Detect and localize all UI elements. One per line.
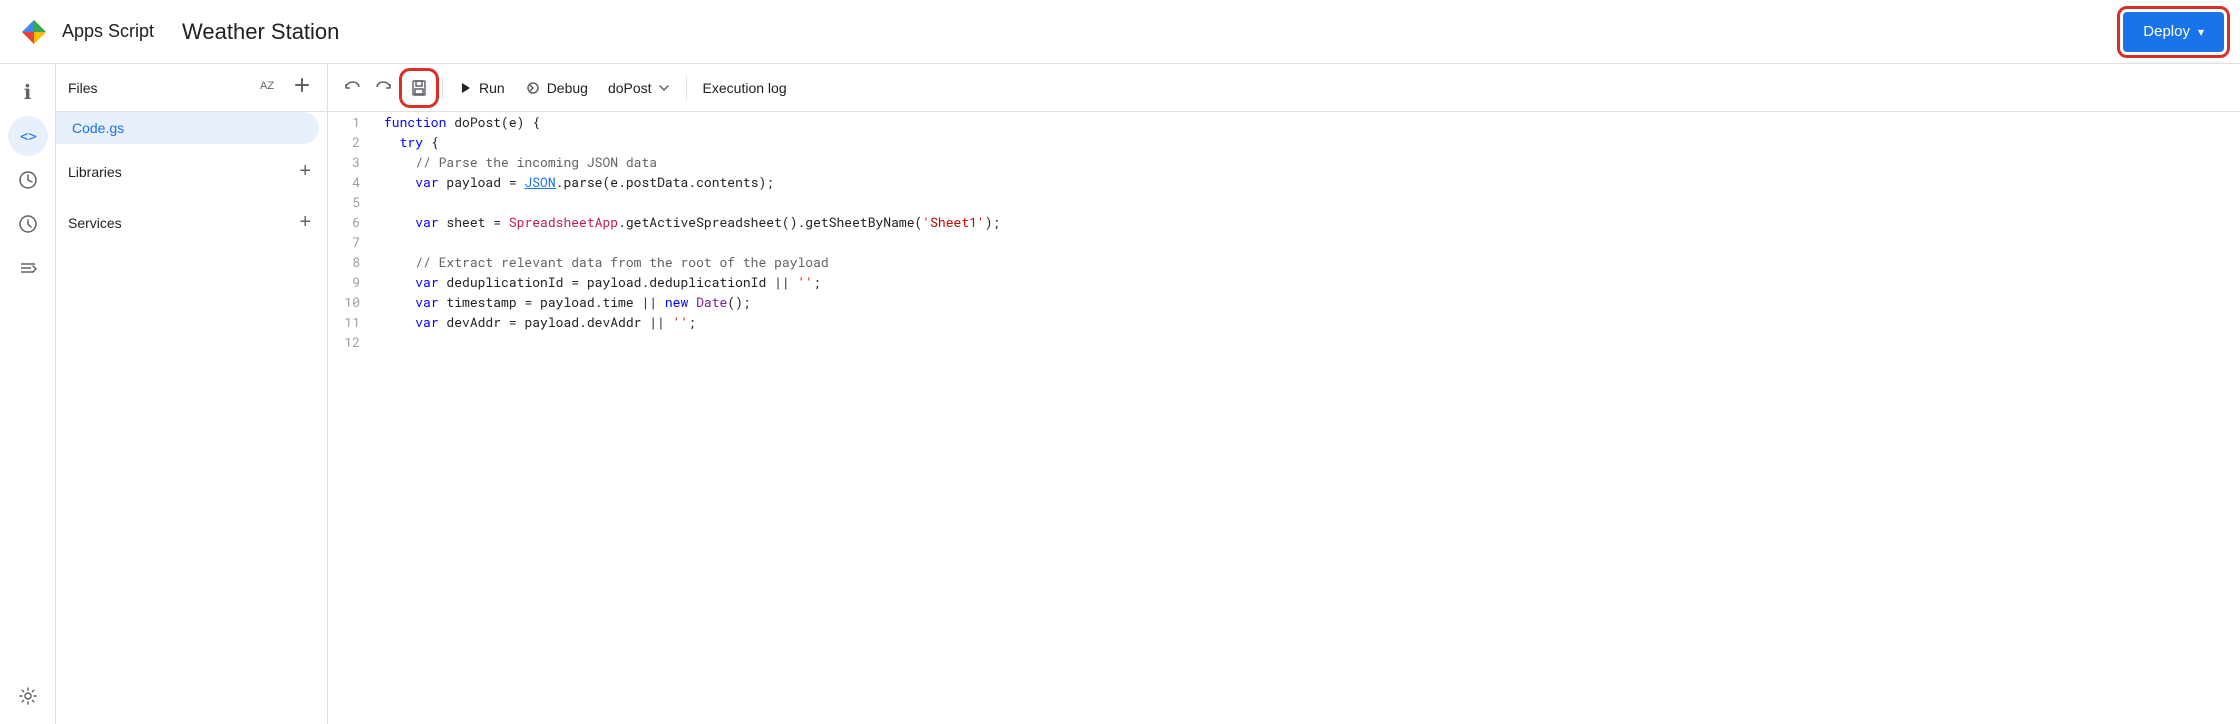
deploy-button[interactable]: Deploy ▾ xyxy=(2123,12,2224,52)
line-number: 2 xyxy=(328,132,376,152)
debug-label: Debug xyxy=(547,80,588,96)
table-row: 2 try { xyxy=(328,132,2240,152)
save-icon xyxy=(410,79,428,97)
table-row: 1 function doPost(e) { xyxy=(328,112,2240,132)
icon-sidebar: ℹ <> xyxy=(0,64,56,724)
line-number: 5 xyxy=(328,192,376,212)
table-row: 4 var payload = JSON.parse(e.postData.co… xyxy=(328,172,2240,192)
line-code: // Extract relevant data from the root o… xyxy=(376,252,2240,272)
line-code xyxy=(376,192,2240,212)
line-code: var timestamp = payload.time || new Date… xyxy=(376,292,2240,312)
debug-button[interactable]: Debug xyxy=(517,74,596,102)
sidebar-editor-button[interactable] xyxy=(8,248,48,288)
table-row: 6 var sheet = SpreadsheetApp.getActiveSp… xyxy=(328,212,2240,232)
sidebar-settings-button[interactable] xyxy=(8,676,48,716)
settings-icon xyxy=(18,686,38,706)
sort-icon: AZ xyxy=(259,76,277,94)
files-label: Files xyxy=(68,80,255,96)
sidebar-history-button[interactable] xyxy=(8,160,48,200)
tasks-icon xyxy=(18,258,38,278)
redo-button[interactable] xyxy=(370,73,400,103)
line-number: 12 xyxy=(328,332,376,352)
code-editor[interactable]: 1 function doPost(e) { 2 try { 3 // Pars… xyxy=(328,112,2240,724)
add-service-button[interactable]: + xyxy=(295,207,315,238)
main-area: ℹ <> xyxy=(0,64,2240,724)
line-code xyxy=(376,232,2240,252)
line-number: 7 xyxy=(328,232,376,252)
table-row: 8 // Extract relevant data from the root… xyxy=(328,252,2240,272)
line-number: 9 xyxy=(328,272,376,292)
redo-icon xyxy=(376,79,394,97)
top-header: Apps Script Weather Station Deploy ▾ xyxy=(0,0,2240,64)
table-row: 5 xyxy=(328,192,2240,212)
services-label: Services xyxy=(68,215,295,231)
svg-text:<>: <> xyxy=(20,129,37,145)
line-number: 4 xyxy=(328,172,376,192)
table-row: 9 var deduplicationId = payload.deduplic… xyxy=(328,272,2240,292)
apps-script-logo xyxy=(16,14,52,50)
line-number: 3 xyxy=(328,152,376,172)
table-row: 12 xyxy=(328,332,2240,352)
history-icon xyxy=(18,170,38,190)
sidebar-info-button[interactable]: ℹ xyxy=(8,72,48,112)
line-code: var sheet = SpreadsheetApp.getActiveSpre… xyxy=(376,212,2240,232)
editor-area: Save xyxy=(328,64,2240,724)
line-code: var devAddr = payload.devAddr || ''; xyxy=(376,312,2240,332)
undo-button[interactable] xyxy=(336,73,366,103)
services-section-header: Services + xyxy=(56,195,327,246)
table-row: 7 xyxy=(328,232,2240,252)
line-code: function doPost(e) { xyxy=(376,112,2240,132)
table-row: 10 var timestamp = payload.time || new D… xyxy=(328,292,2240,312)
file-item-code-gs[interactable]: Code.gs xyxy=(56,112,319,144)
save-button[interactable] xyxy=(404,73,434,103)
code-table: 1 function doPost(e) { 2 try { 3 // Pars… xyxy=(328,112,2240,352)
toolbar: Save xyxy=(328,64,2240,112)
deploy-chevron-icon: ▾ xyxy=(2198,25,2204,39)
sidebar-triggers-button[interactable] xyxy=(8,204,48,244)
line-number: 10 xyxy=(328,292,376,312)
run-button[interactable]: Run xyxy=(451,74,513,102)
clock-icon xyxy=(18,214,38,234)
project-title: Weather Station xyxy=(182,19,339,45)
add-library-button[interactable]: + xyxy=(295,156,315,187)
file-panel-actions: AZ xyxy=(255,72,315,103)
toolbar-divider-2 xyxy=(686,76,687,100)
line-code xyxy=(376,332,2240,352)
icon-sidebar-bottom xyxy=(8,676,48,724)
sort-files-button[interactable]: AZ xyxy=(255,72,281,103)
run-label: Run xyxy=(479,80,505,96)
line-code: // Parse the incoming JSON data xyxy=(376,152,2240,172)
line-code: var deduplicationId = payload.deduplicat… xyxy=(376,272,2240,292)
line-number: 1 xyxy=(328,112,376,132)
table-row: 3 // Parse the incoming JSON data xyxy=(328,152,2240,172)
function-selector[interactable]: doPost xyxy=(600,74,678,102)
file-panel-header: Files AZ xyxy=(56,64,327,112)
line-number: 11 xyxy=(328,312,376,332)
logo-area: Apps Script xyxy=(16,14,154,50)
execution-log-label: Execution log xyxy=(703,80,787,96)
table-row: 11 var devAddr = payload.devAddr || ''; xyxy=(328,312,2240,332)
chevron-down-icon xyxy=(658,82,670,94)
function-name: doPost xyxy=(608,80,652,96)
app-title: Apps Script xyxy=(62,21,154,42)
add-file-icon xyxy=(293,76,311,94)
file-panel: Files AZ Code.gs Libraries + xyxy=(56,64,328,724)
line-code: var payload = JSON.parse(e.postData.cont… xyxy=(376,172,2240,192)
undo-icon xyxy=(342,79,360,97)
file-name: Code.gs xyxy=(72,120,124,136)
debug-icon xyxy=(525,80,541,96)
libraries-label: Libraries xyxy=(68,164,295,180)
toolbar-divider-1 xyxy=(442,76,443,100)
execution-log-button[interactable]: Execution log xyxy=(695,74,795,102)
sidebar-code-button[interactable]: <> xyxy=(8,116,48,156)
svg-text:AZ: AZ xyxy=(260,80,274,92)
run-icon xyxy=(459,81,473,95)
libraries-section-header: Libraries + xyxy=(56,144,327,195)
line-number: 6 xyxy=(328,212,376,232)
add-file-button[interactable] xyxy=(289,72,315,103)
line-number: 8 xyxy=(328,252,376,272)
deploy-label: Deploy xyxy=(2143,23,2190,40)
line-code: try { xyxy=(376,132,2240,152)
code-icon: <> xyxy=(18,126,38,146)
